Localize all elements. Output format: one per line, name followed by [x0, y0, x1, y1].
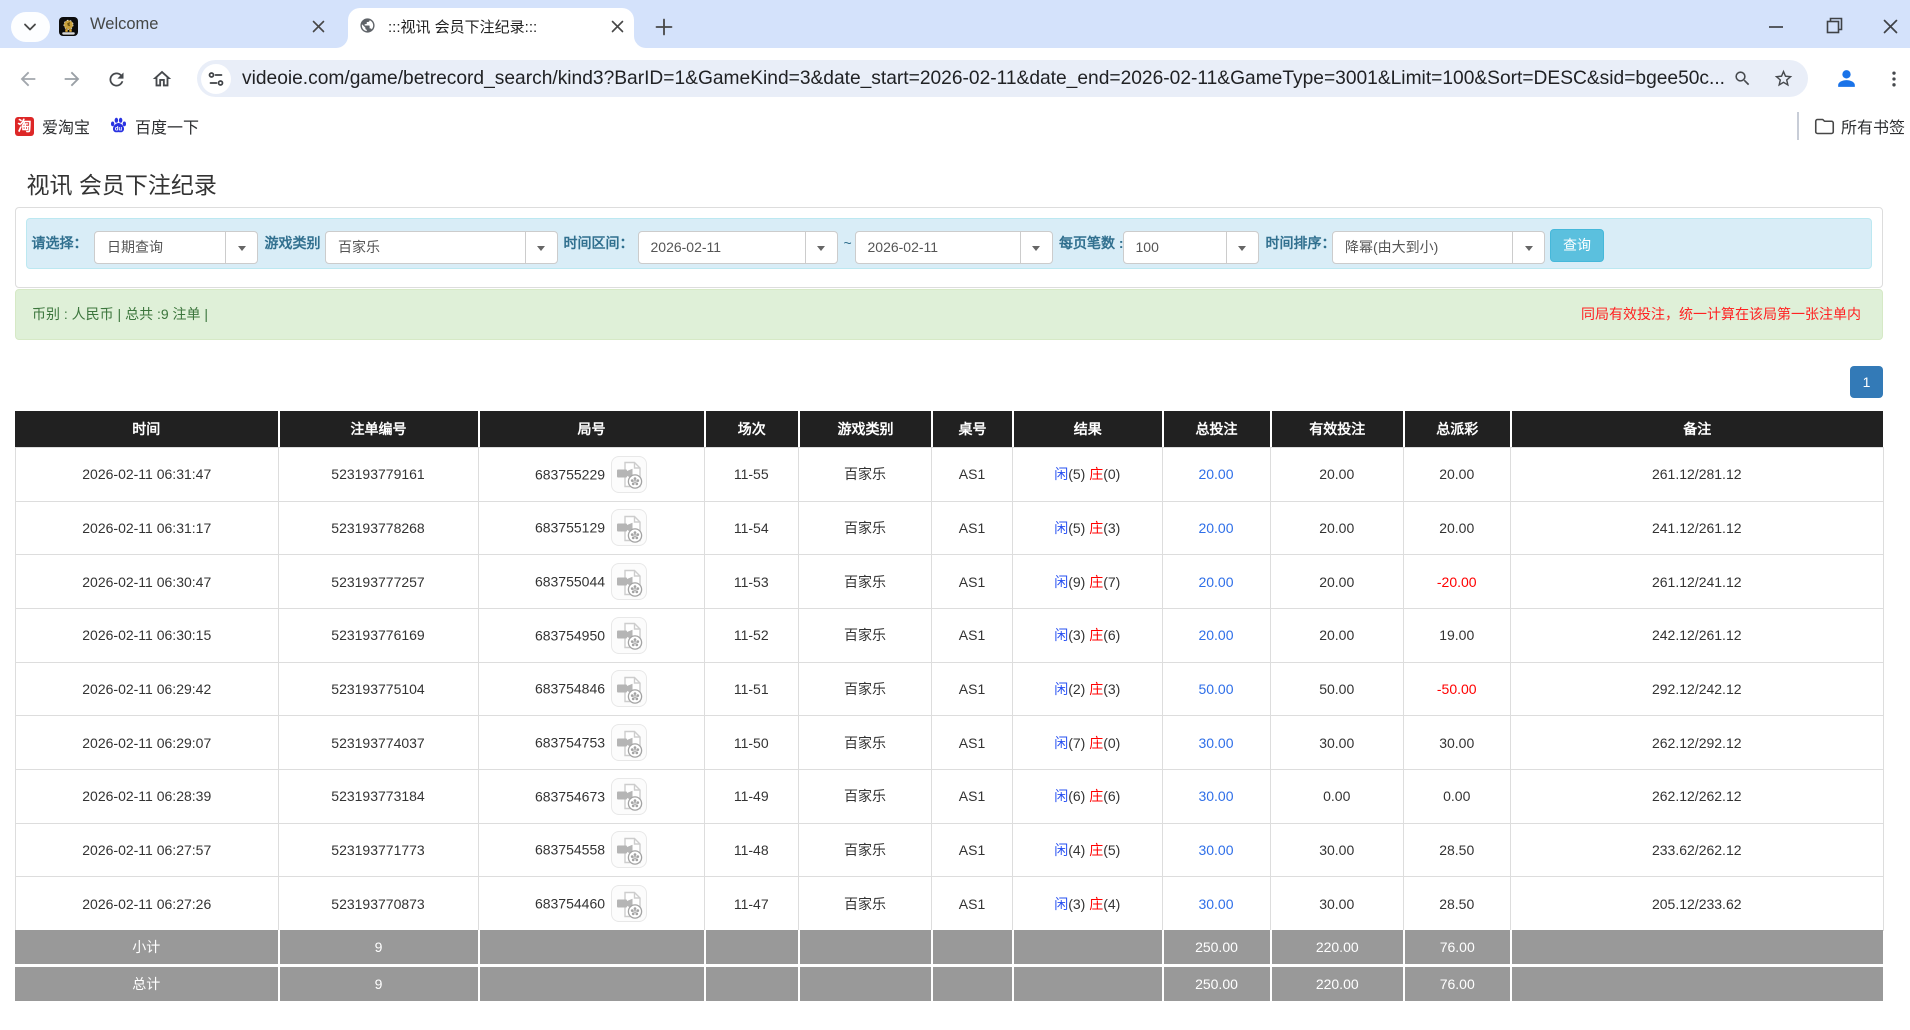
svg-text:du: du: [115, 126, 123, 132]
